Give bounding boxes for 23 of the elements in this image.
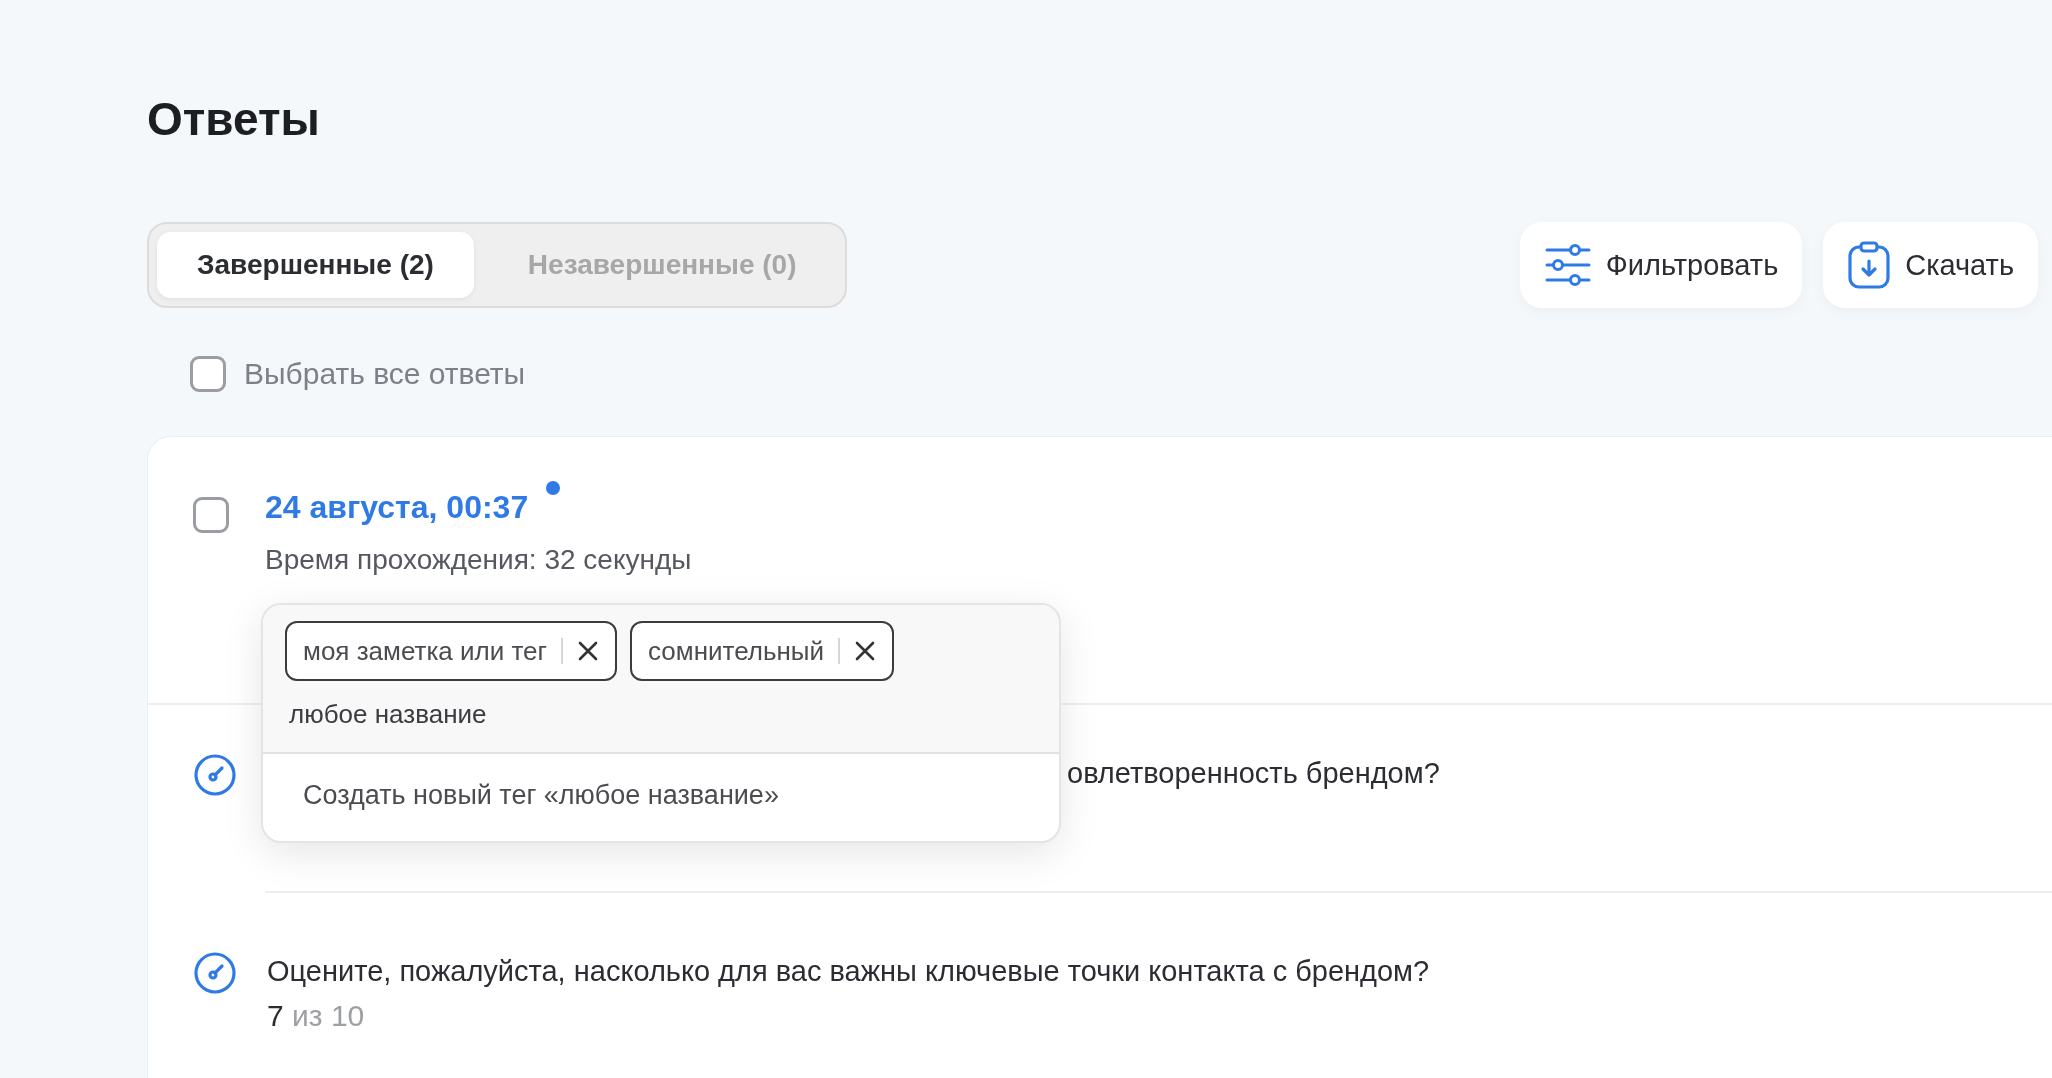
page-title: Ответы [147, 92, 321, 146]
tab[interactable]: Завершенные (2) [157, 232, 474, 298]
response-checkbox[interactable] [193, 497, 229, 533]
tag-label: сомнительный [648, 635, 825, 667]
duration-text: Время прохождения: 32 секунды [265, 544, 692, 576]
gauge-icon [193, 753, 237, 797]
question-text: Оцените, пожалуйста, насколько для вас важны ключевые точки контакта с брендом? [267, 954, 1430, 989]
select-all-label: Выбрать все ответы [244, 357, 526, 391]
clipboard-download-icon [1847, 241, 1892, 289]
download-button[interactable]: Скачать [1823, 222, 2038, 308]
response-date-link[interactable]: 24 августа, 00:37 [265, 489, 529, 526]
close-icon[interactable] [577, 640, 600, 662]
question-text: овлетворенность брендом? [1067, 756, 1440, 791]
close-icon[interactable] [854, 640, 877, 662]
create-tag-option[interactable]: Создать новый тег «любое название» [263, 754, 1059, 841]
score-scale: из 10 [292, 999, 365, 1032]
gauge-icon [193, 951, 237, 995]
tag-input-field[interactable]: любое название [263, 681, 1059, 754]
filter-button[interactable]: Фильтровать [1519, 222, 1803, 308]
tag-label: моя заметка или тег [303, 635, 548, 667]
filter-icon [1543, 241, 1592, 289]
select-all-checkbox[interactable] [190, 356, 226, 392]
score-value: 7 [267, 999, 284, 1032]
